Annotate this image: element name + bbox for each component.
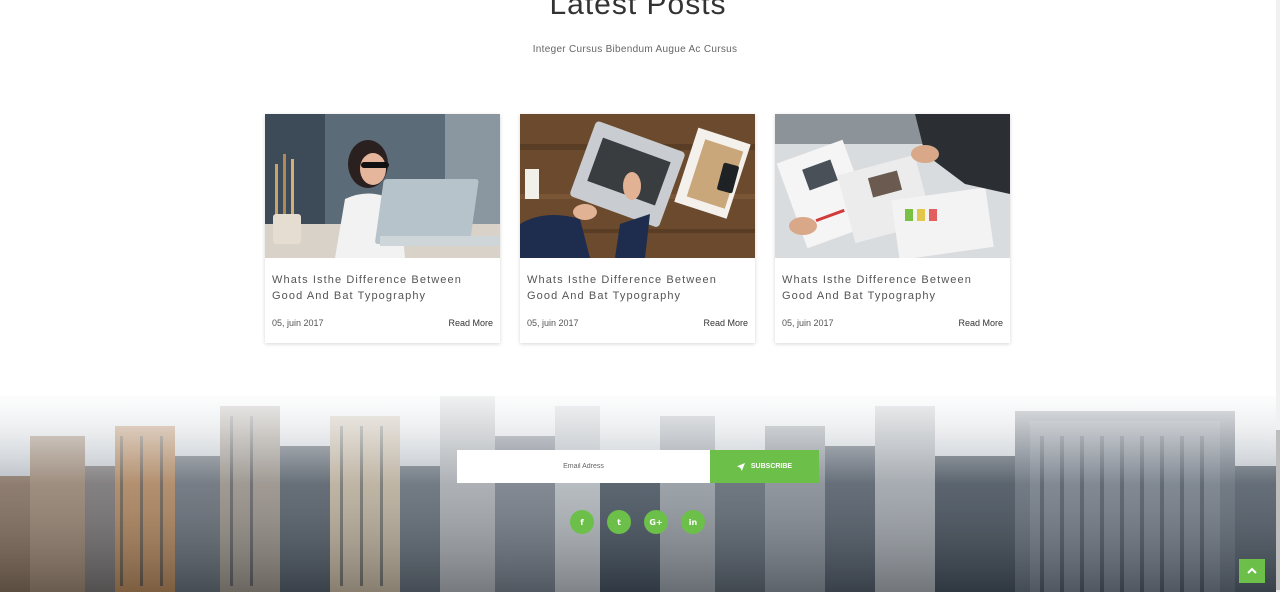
paper-plane-icon [736,462,745,471]
post-title[interactable]: Whats Isthe Difference Between Good And … [782,272,1002,304]
subscribe-button-label: SUBSCRIBE [750,463,793,470]
read-more-link[interactable]: Read More [448,318,493,328]
post-title[interactable]: Whats Isthe Difference Between Good And … [272,272,492,304]
footer-city-background [0,396,1276,592]
chevron-up-icon [1247,567,1257,574]
post-card: Whats Isthe Difference Between Good And … [265,114,500,343]
post-title[interactable]: Whats Isthe Difference Between Good And … [527,272,747,304]
twitter-icon[interactable]: t [607,510,631,534]
post-date: 05, juin 2017 [272,318,324,328]
social-links: f t G+ in [570,510,705,534]
post-image-meeting-documents[interactable] [775,114,1010,258]
post-image-woman-at-laptop[interactable] [265,114,500,258]
section-subtitle: Integer Cursus Bibendum Augue Ac Cursus [532,44,738,55]
email-input[interactable] [457,450,710,483]
post-card: Whats Isthe Difference Between Good And … [775,114,1010,343]
read-more-link[interactable]: Read More [958,318,1003,328]
latest-posts-list: Whats Isthe Difference Between Good And … [265,114,1010,343]
facebook-icon[interactable]: f [570,510,594,534]
linkedin-icon[interactable]: in [681,510,705,534]
page-scrollbar[interactable] [1276,0,1280,592]
scrollbar-thumb[interactable] [1276,430,1280,590]
post-image-laptop-on-desk[interactable] [520,114,755,258]
subscribe-form: SUBSCRIBE [457,450,819,483]
section-title: Latest Posts [549,0,727,21]
post-date: 05, juin 2017 [527,318,579,328]
post-card: Whats Isthe Difference Between Good And … [520,114,755,343]
subscribe-button[interactable]: SUBSCRIBE [710,450,819,483]
scroll-to-top-button[interactable] [1239,559,1265,583]
read-more-link[interactable]: Read More [703,318,748,328]
google-plus-icon[interactable]: G+ [644,510,668,534]
post-date: 05, juin 2017 [782,318,834,328]
